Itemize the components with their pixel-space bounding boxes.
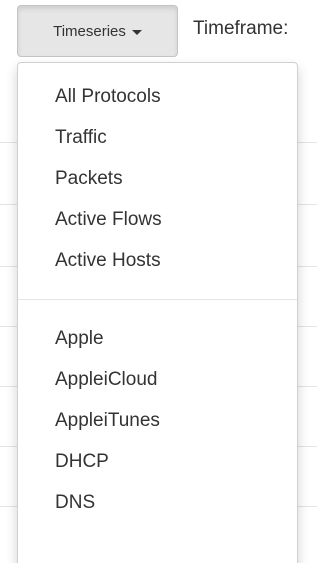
menu-item-appleicloud[interactable]: AppleiCloud	[18, 359, 297, 400]
menu-item-dhcp[interactable]: DHCP	[18, 441, 297, 482]
page: Timeseries Timeframe: All Protocols Traf…	[0, 0, 317, 563]
timeseries-dropdown-button[interactable]: Timeseries	[17, 5, 178, 57]
menu-item-dns[interactable]: DNS	[18, 482, 297, 523]
menu-item-active-flows[interactable]: Active Flows	[18, 199, 297, 240]
menu-item-all-protocols[interactable]: All Protocols	[18, 76, 297, 117]
menu-item-packets[interactable]: Packets	[18, 158, 297, 199]
chevron-down-icon	[131, 29, 142, 35]
menu-item-appleitunes[interactable]: AppleiTunes	[18, 400, 297, 441]
menu-item-active-hosts[interactable]: Active Hosts	[18, 240, 297, 281]
menu-item-apple[interactable]: Apple	[18, 318, 297, 359]
timeseries-dropdown-menu: All Protocols Traffic Packets Active Flo…	[17, 62, 298, 563]
menu-divider	[18, 299, 297, 300]
menu-item-traffic[interactable]: Traffic	[18, 117, 297, 158]
timeframe-label: Timeframe:	[193, 18, 289, 39]
timeseries-button-label: Timeseries	[53, 22, 126, 40]
